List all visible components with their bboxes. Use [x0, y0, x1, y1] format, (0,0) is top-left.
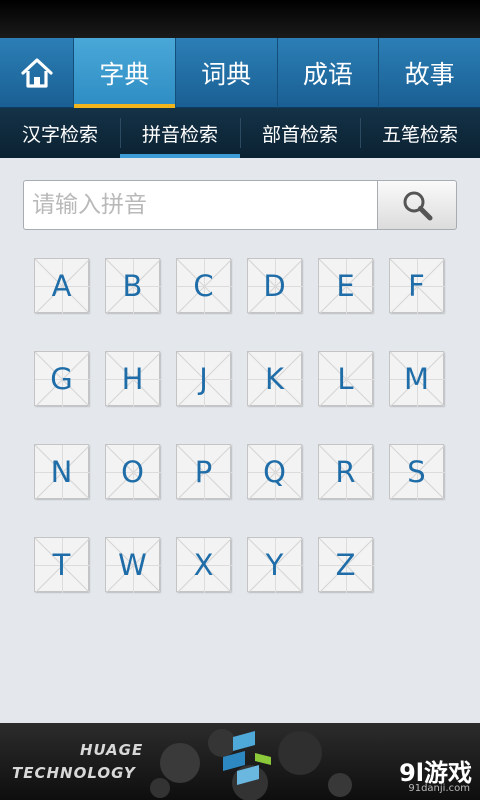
letter-key-y[interactable]: Y	[247, 537, 303, 593]
letter-label: K	[264, 361, 285, 396]
tab-chengyu[interactable]: 成语	[278, 38, 380, 108]
letter-label: D	[263, 268, 286, 303]
tab-label: 词典	[201, 60, 252, 89]
home-button[interactable]	[0, 38, 74, 108]
letter-key-f[interactable]: F	[389, 258, 445, 314]
letter-key-n[interactable]: N	[34, 444, 90, 500]
subtab-pinyin[interactable]: 拼音检索	[120, 108, 240, 158]
subtab-bushou[interactable]: 部首检索	[240, 108, 360, 158]
letter-label: N	[50, 454, 73, 489]
subtab-hanzi[interactable]: 汉字检索	[0, 108, 120, 158]
letter-label: M	[403, 361, 430, 396]
letter-key-a[interactable]: A	[34, 258, 90, 314]
search-button[interactable]	[377, 180, 457, 230]
letter-label: E	[336, 268, 355, 303]
letter-label: P	[194, 454, 213, 489]
letter-key-p[interactable]: P	[176, 444, 232, 500]
subtab-label: 部首检索	[261, 123, 338, 146]
brand-subname: TECHNOLOGY	[12, 764, 136, 782]
tab-zidian[interactable]: 字典	[74, 38, 176, 108]
tab-label: 故事	[404, 60, 455, 89]
footer-banner: HUAGE TECHNOLOGY 9l游戏 91danji.com	[0, 723, 480, 800]
top-navigation: 字典 词典 成语 故事	[0, 38, 480, 108]
letter-key-g[interactable]: G	[34, 351, 90, 407]
letter-label: R	[335, 454, 356, 489]
letter-key-z[interactable]: Z	[318, 537, 374, 593]
letter-key-x[interactable]: X	[176, 537, 232, 593]
status-bar	[0, 0, 480, 38]
letter-key-j[interactable]: J	[176, 351, 232, 407]
letter-label: X	[193, 547, 214, 582]
letter-key-q[interactable]: Q	[247, 444, 303, 500]
subtab-label: 拼音检索	[141, 123, 218, 146]
tab-gushi[interactable]: 故事	[379, 38, 480, 108]
letter-label: S	[407, 454, 426, 489]
letter-label: F	[408, 268, 425, 303]
letter-label: O	[121, 454, 144, 489]
letter-key-h[interactable]: H	[105, 351, 161, 407]
home-icon	[20, 58, 53, 88]
letter-label: L	[337, 361, 354, 396]
letter-label: H	[121, 361, 144, 396]
letter-key-l[interactable]: L	[318, 351, 374, 407]
letter-key-c[interactable]: C	[176, 258, 232, 314]
letter-label: T	[52, 547, 71, 582]
letter-key-r[interactable]: R	[318, 444, 374, 500]
search-bar	[23, 180, 457, 230]
letter-label: C	[193, 268, 214, 303]
letter-key-b[interactable]: B	[105, 258, 161, 314]
letter-key-w[interactable]: W	[105, 537, 161, 593]
letter-label: Z	[335, 547, 356, 582]
letter-key-o[interactable]: O	[105, 444, 161, 500]
letter-label: Q	[263, 454, 286, 489]
brand-name: HUAGE	[80, 741, 144, 759]
watermark-url: 91danji.com	[408, 783, 470, 794]
search-icon	[403, 191, 433, 221]
letter-label: W	[118, 547, 147, 582]
pinyin-search-input[interactable]	[23, 180, 377, 230]
letter-label: G	[50, 361, 73, 396]
sub-navigation: 汉字检索 拼音检索 部首检索 五笔检索	[0, 108, 480, 158]
subtab-wubi[interactable]: 五笔检索	[360, 108, 480, 158]
subtab-label: 汉字检索	[21, 123, 98, 146]
brand-logo-icon	[223, 731, 271, 785]
letter-key-m[interactable]: M	[389, 351, 445, 407]
tab-cidian[interactable]: 词典	[176, 38, 278, 108]
letter-key-k[interactable]: K	[247, 351, 303, 407]
letter-label: J	[199, 361, 208, 396]
tab-label: 成语	[302, 60, 353, 89]
letter-label: Y	[265, 547, 284, 582]
letter-label: A	[51, 268, 72, 303]
letter-key-s[interactable]: S	[389, 444, 445, 500]
letter-key-t[interactable]: T	[34, 537, 90, 593]
letter-label: B	[122, 268, 143, 303]
tab-label: 字典	[99, 60, 150, 89]
subtab-label: 五笔检索	[381, 123, 458, 146]
letter-key-d[interactable]: D	[247, 258, 303, 314]
letter-key-e[interactable]: E	[318, 258, 374, 314]
